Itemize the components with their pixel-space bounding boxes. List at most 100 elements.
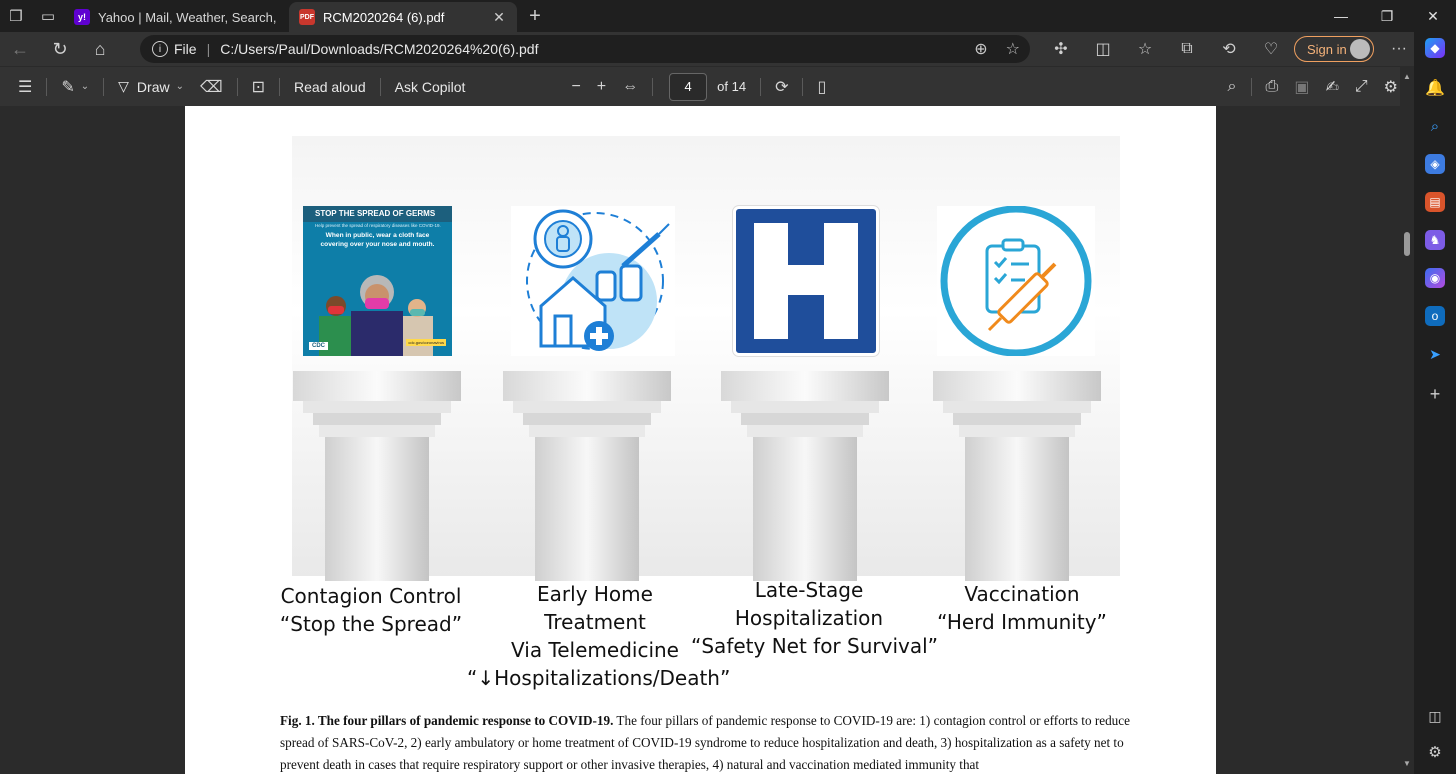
pillar-3 [721,371,889,581]
new-tab-button[interactable]: + [521,2,549,30]
zoom-in-button[interactable]: + [589,67,614,107]
tools-icon[interactable]: ▤ [1425,192,1445,212]
scroll-down-icon[interactable]: ▼ [1403,759,1411,768]
hospital-h-shape [754,223,858,339]
rotate-icon[interactable]: ⟳ [767,67,796,107]
scheme-label: File [174,41,197,57]
pillar-4 [933,371,1101,581]
pillar-1 [293,371,461,581]
fullscreen-icon[interactable]: ⤢ [1347,67,1376,107]
pdf-toolbar: ☰ ✎ ⌄ ▽ Draw ⌄ ⌫ ⊡ Read aloud Ask Copilot… [0,66,1414,106]
restore-button[interactable]: ❐ [1364,0,1410,32]
contents-icon[interactable]: ☰ [0,67,40,107]
separator: | [206,41,211,57]
draw-label: Draw [136,78,170,95]
avatar [1350,39,1370,59]
collections-icon[interactable]: ⧉ [1166,40,1208,58]
pillar-caption-1: Contagion Control “Stop the Spread” [277,582,465,638]
page-number-input[interactable]: 4 [669,72,708,101]
caption-line: Contagion Control [280,584,462,608]
split-screen-icon[interactable]: ◫ [1082,39,1124,59]
poster-title: STOP THE SPREAD OF GERMS [303,206,452,222]
sidebar-settings-icon[interactable]: ⚙ [1425,742,1445,762]
workspaces-icon[interactable]: ❒ [0,0,32,32]
microsoft365-icon[interactable]: ◉ [1425,268,1445,288]
minimize-button[interactable]: — [1318,0,1364,32]
search-sidebar-icon[interactable]: ⌕ [1425,116,1445,136]
fit-to-width-icon[interactable]: ⇔ [614,67,646,107]
draw-icon: ▽ [118,78,129,94]
sign-in-label: Sign in [1307,41,1347,57]
pillar-2 [503,371,671,581]
pillars-illustration [293,371,1101,581]
browser-essentials-icon[interactable]: ♡ [1250,39,1292,59]
zoom-icon[interactable]: ⊕ [974,39,987,59]
scroll-thumb[interactable] [1404,232,1410,256]
pillar-caption-2: Early Home Treatment Via Telemedicine “↓… [467,580,730,692]
extensions-icon[interactable]: ✣ [1040,39,1082,59]
ask-copilot-button[interactable]: Ask Copilot [387,67,474,107]
info-icon[interactable]: i [152,41,168,57]
pillar-caption-4: Vaccination “Herd Immunity” [931,580,1113,636]
telemedicine-illustration [526,209,670,351]
shopping-icon[interactable]: ◈ [1425,154,1445,174]
close-window-button[interactable]: ✕ [1410,0,1456,32]
highlight-icon[interactable]: ✎ ⌄ [53,67,97,107]
refresh-button[interactable]: ↻ [40,32,80,66]
caption-line: Hospitalization [734,606,884,630]
save-as-icon[interactable]: ✍ [1317,67,1346,107]
caption-line: Late-Stage [754,578,864,602]
read-aloud-button[interactable]: Read aloud [286,67,374,107]
caption-line: “Herd Immunity” [937,610,1107,634]
scroll-up-icon[interactable]: ▲ [1403,72,1411,81]
outlook-icon[interactable]: o [1425,306,1445,326]
page-view-icon[interactable]: ▯ [809,67,834,107]
pdf-page: STOP THE SPREAD OF GERMS Help prevent th… [185,106,1216,774]
address-bar: ← ↻ ⌂ i File | C:/Users/Paul/Downloads/R… [0,32,1456,66]
yahoo-icon: y! [74,9,90,25]
caption-line: Early Home [537,582,653,606]
history-icon[interactable]: ⟲ [1208,39,1250,59]
caption-line: Vaccination [964,582,1080,606]
favorite-star-icon[interactable]: ☆ [1006,39,1020,59]
cdc-badge: CDC [309,342,328,350]
tab-yahoo[interactable]: y! Yahoo | Mail, Weather, Search, Ne [64,2,289,32]
poster-subtitle: Help prevent the spread of respiratory d… [315,223,441,228]
vaccination-icon [937,205,1095,357]
tab-actions-icon[interactable]: ▭ [32,0,64,32]
draw-button[interactable]: ▽ Draw ⌄ [110,67,192,107]
save-icon[interactable]: ▣ [1286,67,1317,107]
edge-sidebar: ◆ 🔔 ⌕ ◈ ▤ ♞ ◉ o ➤ + ◫ ⚙ [1414,32,1456,774]
drop-icon[interactable]: ➤ [1425,344,1445,364]
page-total-label: of 14 [717,79,747,94]
zoom-out-button[interactable]: − [563,67,588,107]
figure-caption: Fig. 1. The four pillars of pandemic res… [280,710,1130,774]
tab-label: Yahoo | Mail, Weather, Search, Ne [98,9,279,25]
scrollbar[interactable]: ▲ ▼ [1400,66,1414,774]
caption-line: “Safety Net for Survival” [691,634,939,658]
close-tab-icon[interactable]: ✕ [491,9,507,26]
search-icon[interactable]: ⌕ [1220,67,1245,107]
chevron-down-icon: ⌄ [175,81,184,92]
favorites-icon[interactable]: ☆ [1124,39,1166,59]
home-button[interactable]: ⌂ [80,32,120,66]
vaccination-illustration [940,205,1092,357]
cdc-poster-image: STOP THE SPREAD OF GERMS Help prevent th… [303,206,452,356]
back-button[interactable]: ← [0,32,40,66]
tab-pdf[interactable]: PDF RCM2020264 (6).pdf ✕ [289,2,517,32]
sign-in-button[interactable]: Sign in [1294,36,1374,62]
eraser-icon[interactable]: ⌫ [192,67,231,107]
more-options-icon[interactable]: ··· [1384,32,1414,66]
url-input[interactable]: i File | C:/Users/Paul/Downloads/RCM2020… [140,35,1030,63]
pdf-viewer[interactable]: STOP THE SPREAD OF GERMS Help prevent th… [0,106,1414,774]
print-icon[interactable]: ⎙ [1258,67,1287,107]
pdf-icon: PDF [299,9,315,25]
notifications-icon[interactable]: 🔔 [1425,78,1445,98]
add-text-icon[interactable]: ⊡ [244,67,273,107]
tab-label: RCM2020264 (6).pdf [323,9,445,25]
window-controls: — ❐ ✕ [1318,0,1456,32]
hide-sidebar-icon[interactable]: ◫ [1425,706,1445,726]
add-sidebar-app-icon[interactable]: + [1425,384,1445,404]
copilot-icon[interactable]: ◆ [1425,38,1445,58]
games-icon[interactable]: ♞ [1425,230,1445,250]
